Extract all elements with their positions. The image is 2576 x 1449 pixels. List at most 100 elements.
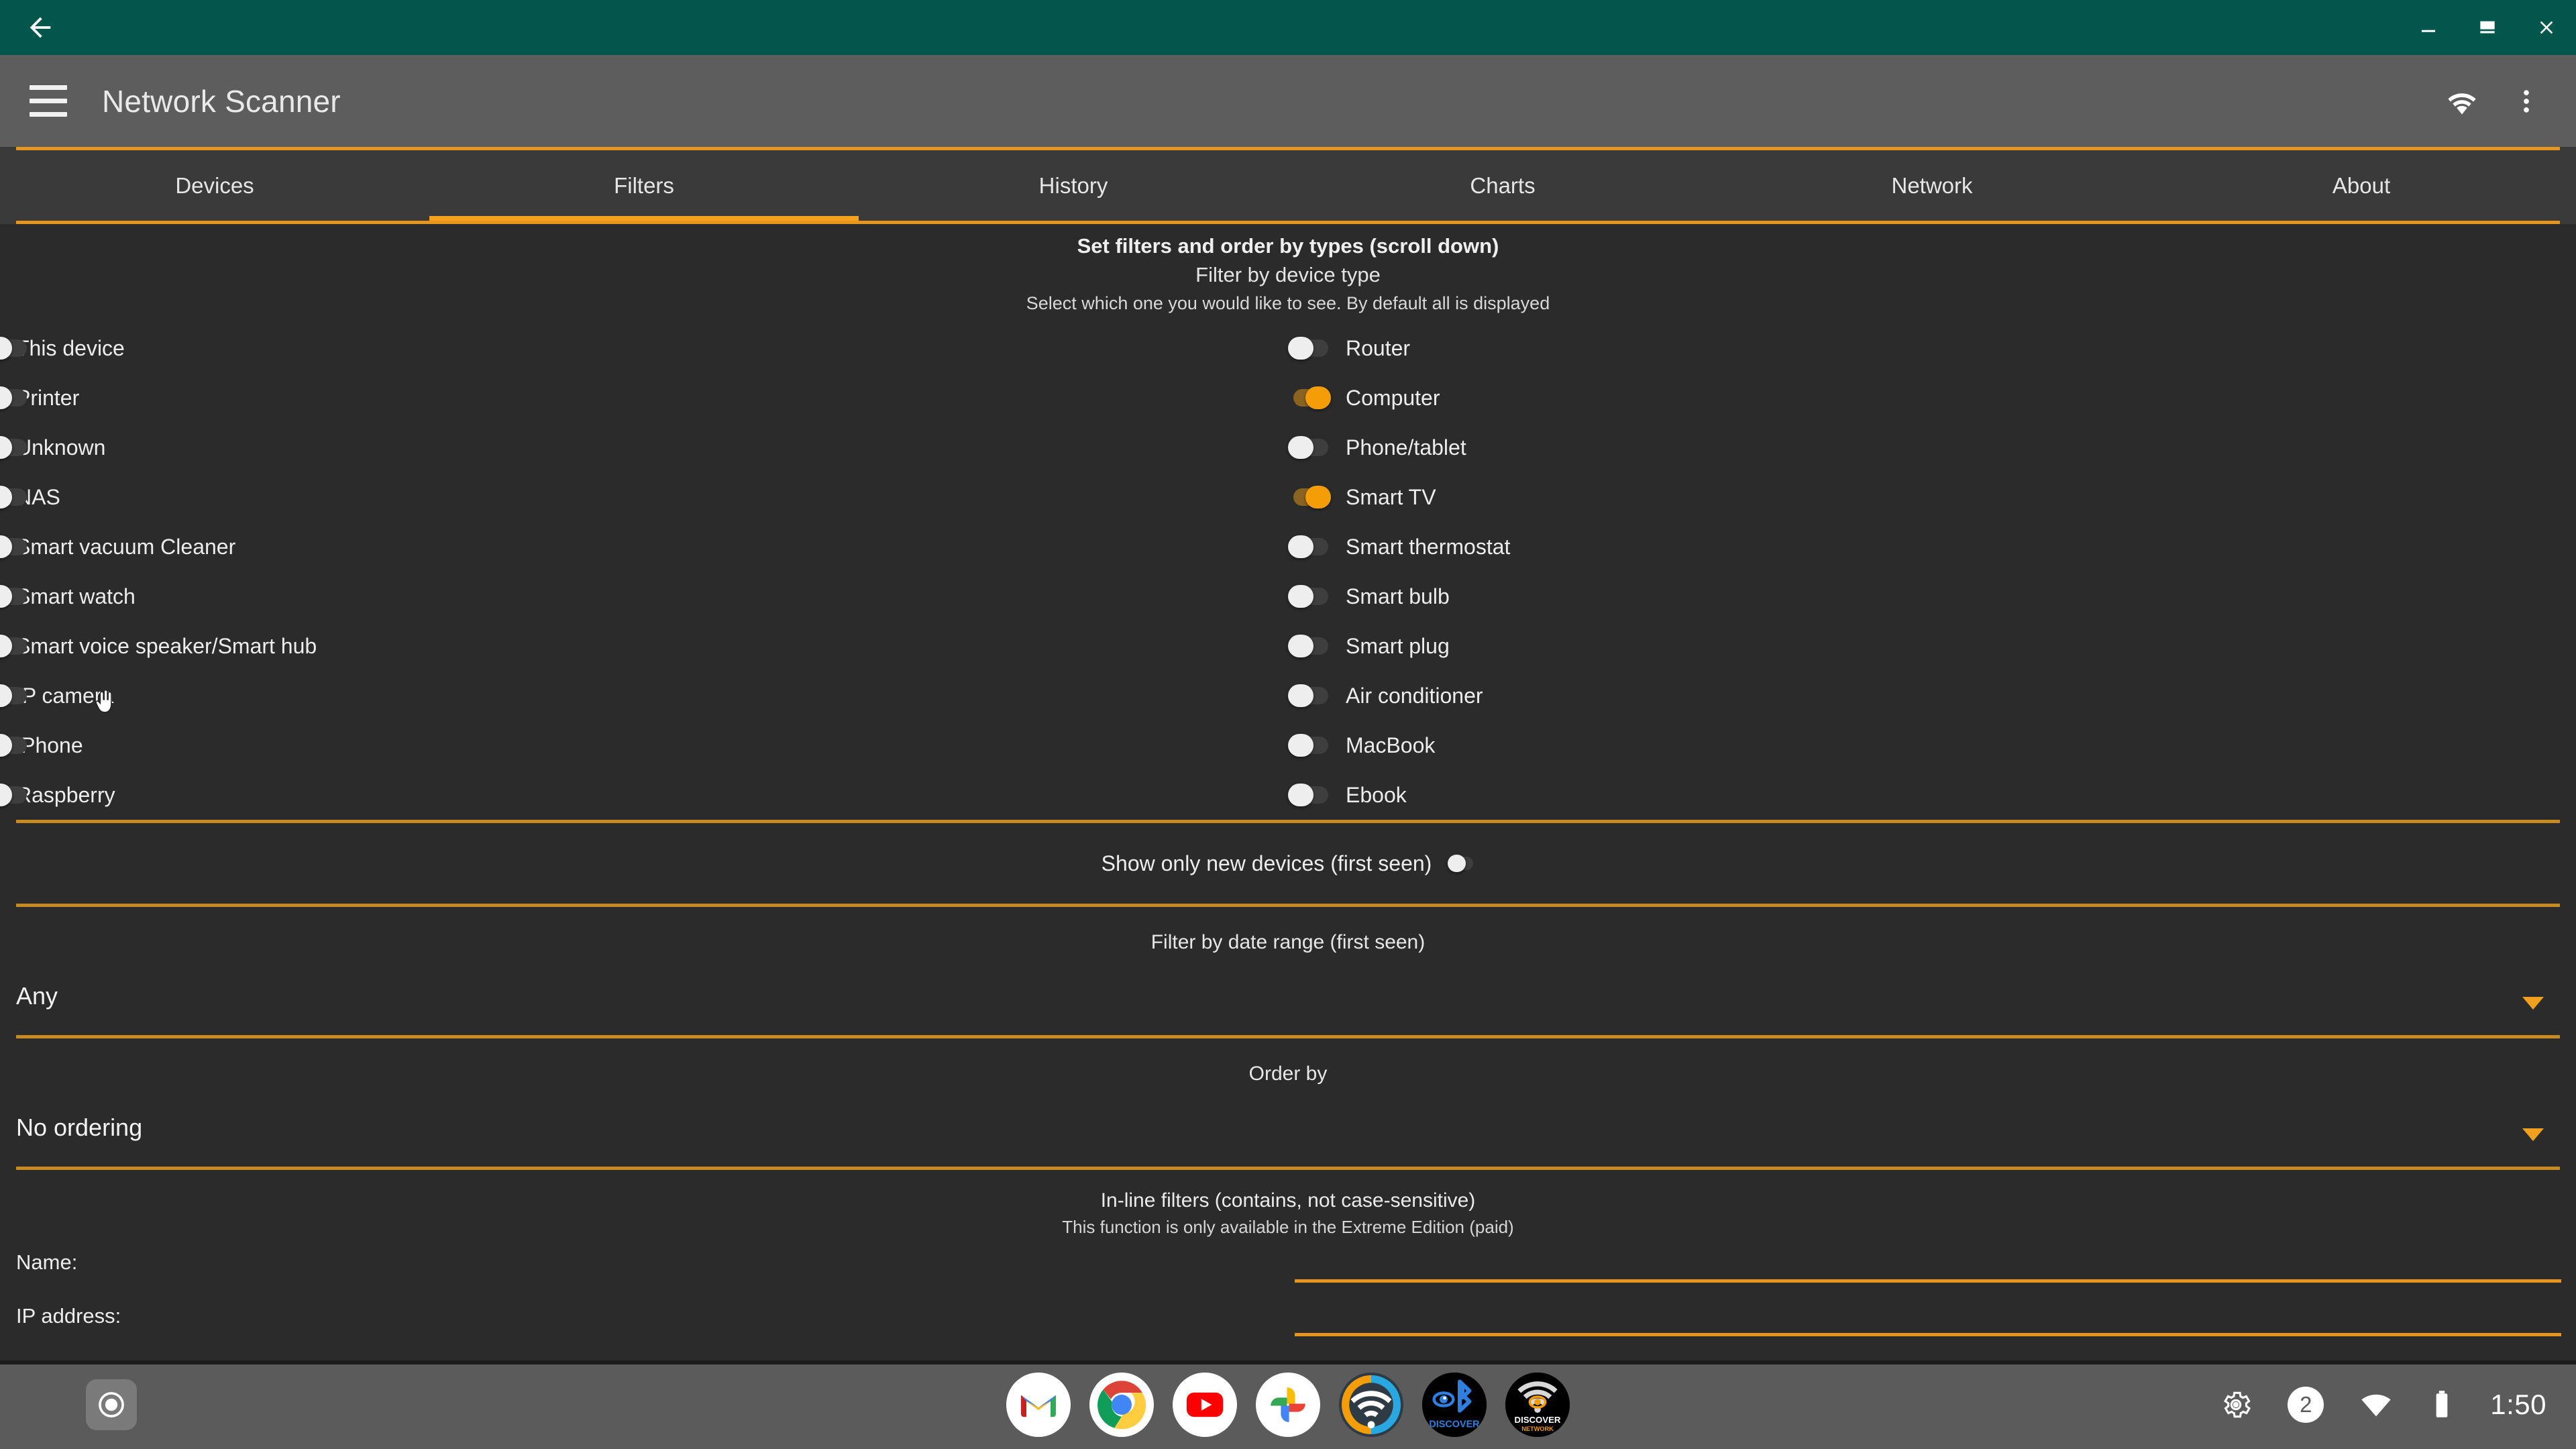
toggle-thumb [1305, 486, 1331, 508]
device-type-toggle[interactable] [1288, 784, 1331, 806]
show-only-new-devices-row[interactable]: Show only new devices (first seen) [0, 823, 2576, 904]
svg-text:DISCOVER: DISCOVER [1515, 1415, 1561, 1425]
toggle-thumb [1448, 855, 1466, 872]
notification-count: 2 [2288, 1387, 2324, 1423]
bluetooth-discover-icon[interactable]: DISCOVER [1422, 1373, 1487, 1437]
notification-badge[interactable]: 2 [2288, 1387, 2324, 1423]
discover-network-icon[interactable]: DISCOVER NETWORK [1505, 1373, 1570, 1437]
restore-button[interactable] [2458, 0, 2517, 55]
device-type-toggle[interactable] [1288, 734, 1331, 757]
back-button[interactable] [16, 3, 64, 52]
device-type-right-toggle[interactable] [0, 486, 30, 508]
youtube-icon[interactable] [1173, 1373, 1237, 1437]
device-type-row: iPhoneMacBook [0, 720, 2576, 770]
device-type-right-toggle[interactable] [0, 635, 30, 657]
google-photos-glyph [1267, 1384, 1309, 1426]
tab-about[interactable]: About [2147, 150, 2576, 221]
filters-panel: Set filters and order by types (scroll d… [0, 224, 2576, 1360]
tab-network[interactable]: Network [1717, 150, 2147, 221]
device-type-row: Smart vacuum CleanerSmart thermostat [0, 522, 2576, 572]
order-by-dropdown[interactable]: No ordering [0, 1100, 2576, 1170]
device-type-right-toggle[interactable] [0, 784, 30, 806]
device-type-mid-label: MacBook [1346, 733, 1435, 758]
order-by-value: No ordering [16, 1114, 142, 1142]
device-type-right-toggle[interactable] [0, 734, 30, 757]
device-type-right-toggle[interactable] [0, 436, 30, 459]
device-type-toggle[interactable] [1288, 684, 1331, 707]
show-only-new-devices-toggle[interactable] [1448, 855, 1474, 872]
tab-list: DevicesFiltersHistoryCharts Network About [0, 150, 2576, 221]
device-type-toggle[interactable] [1288, 535, 1331, 558]
toggle-thumb [1288, 784, 1313, 806]
device-type-mid-label: Smart TV [1346, 485, 1436, 510]
gmail-icon[interactable] [1006, 1373, 1071, 1437]
inline-filter-input[interactable] [1295, 1245, 2561, 1283]
device-type-toggle[interactable] [1288, 337, 1331, 360]
device-type-right-toggle[interactable] [0, 585, 30, 608]
device-type-left-label: Raspberry [16, 783, 115, 808]
device-type-right-toggle[interactable] [0, 684, 30, 707]
device-type-toggle[interactable] [1288, 486, 1331, 508]
hamburger-menu-icon[interactable] [30, 80, 72, 123]
toggle-thumb [1288, 337, 1313, 360]
gear-icon[interactable] [2219, 1388, 2253, 1421]
device-type-toggle[interactable] [1288, 436, 1331, 459]
gmail-glyph [1018, 1384, 1059, 1426]
wifi-icon[interactable] [2430, 69, 2494, 133]
close-icon [2536, 17, 2557, 38]
device-type-toggle[interactable] [1288, 635, 1331, 657]
network-scanner-icon[interactable] [1339, 1373, 1403, 1437]
mouse-cursor [93, 688, 115, 720]
date-range-dropdown[interactable]: Any [0, 969, 2576, 1038]
tab-charts[interactable]: Charts [1288, 150, 1717, 221]
device-type-mid-group: MacBook [1288, 733, 1435, 758]
google-photos-icon[interactable] [1256, 1373, 1320, 1437]
toggle-thumb [1288, 635, 1313, 657]
discover-network-glyph: DISCOVER NETWORK [1505, 1373, 1570, 1437]
device-type-row: This deviceRouter [0, 323, 2576, 373]
wifi-tray-glyph [2359, 1387, 2394, 1422]
toggle-thumb [1288, 585, 1313, 608]
chrome-icon[interactable] [1089, 1373, 1154, 1437]
taskbar-clock: 1:50 [2490, 1389, 2546, 1421]
device-type-mid-group: Computer [1288, 386, 1440, 411]
close-button[interactable] [2517, 0, 2576, 55]
inline-filter-input[interactable] [1295, 1299, 2561, 1336]
hand-pointer-icon [93, 688, 115, 716]
device-type-mid-group: Smart thermostat [1288, 535, 1510, 559]
toggle-thumb [1305, 386, 1331, 409]
minimize-button[interactable] [2399, 0, 2458, 55]
tab-label: About [2332, 173, 2390, 199]
tab-devices[interactable]: Devices [0, 150, 429, 221]
tab-history[interactable]: History [859, 150, 1288, 221]
arrow-left-icon [25, 12, 56, 43]
filters-header: Set filters and order by types (scroll d… [0, 224, 2576, 317]
device-type-left-label: Smart voice speaker/Smart hub [16, 634, 317, 659]
device-type-row: IP cameraAir conditioner [0, 671, 2576, 720]
device-type-toggle[interactable] [1288, 585, 1331, 608]
tab-filters[interactable]: Filters [429, 150, 859, 221]
wifi-icon[interactable] [2359, 1387, 2394, 1422]
youtube-glyph [1184, 1384, 1226, 1426]
device-type-right-toggle[interactable] [0, 535, 30, 558]
device-type-filter-grid: This deviceRouterPrinterComputerUnknownP… [0, 323, 2576, 820]
device-type-right-toggle[interactable] [0, 386, 30, 409]
page-title: Network Scanner [102, 83, 341, 119]
device-type-row: NASSmart TV [0, 472, 2576, 522]
app-bar: Network Scanner [0, 55, 2576, 147]
toggle-thumb [1288, 684, 1313, 707]
taskbar-dock: DISCOVER DISCOVER NETWORK [0, 1373, 2576, 1437]
device-type-right-toggle[interactable] [0, 337, 30, 360]
device-type-mid-label: Smart bulb [1346, 584, 1450, 609]
battery-glyph [2428, 1388, 2455, 1421]
toggle-thumb [1288, 535, 1313, 558]
inline-filter-input-wrap [1295, 1299, 2561, 1340]
device-type-row: Smart watch Smart bulb [0, 572, 2576, 621]
more-vertical-icon[interactable] [2494, 69, 2559, 133]
device-type-left-label: Smart watch [16, 584, 136, 609]
tab-label: Network [1891, 173, 1972, 199]
date-range-value: Any [16, 982, 58, 1010]
device-type-toggle[interactable] [1288, 386, 1331, 409]
battery-icon[interactable] [2428, 1388, 2455, 1421]
restore-window-icon [2477, 17, 2498, 38]
